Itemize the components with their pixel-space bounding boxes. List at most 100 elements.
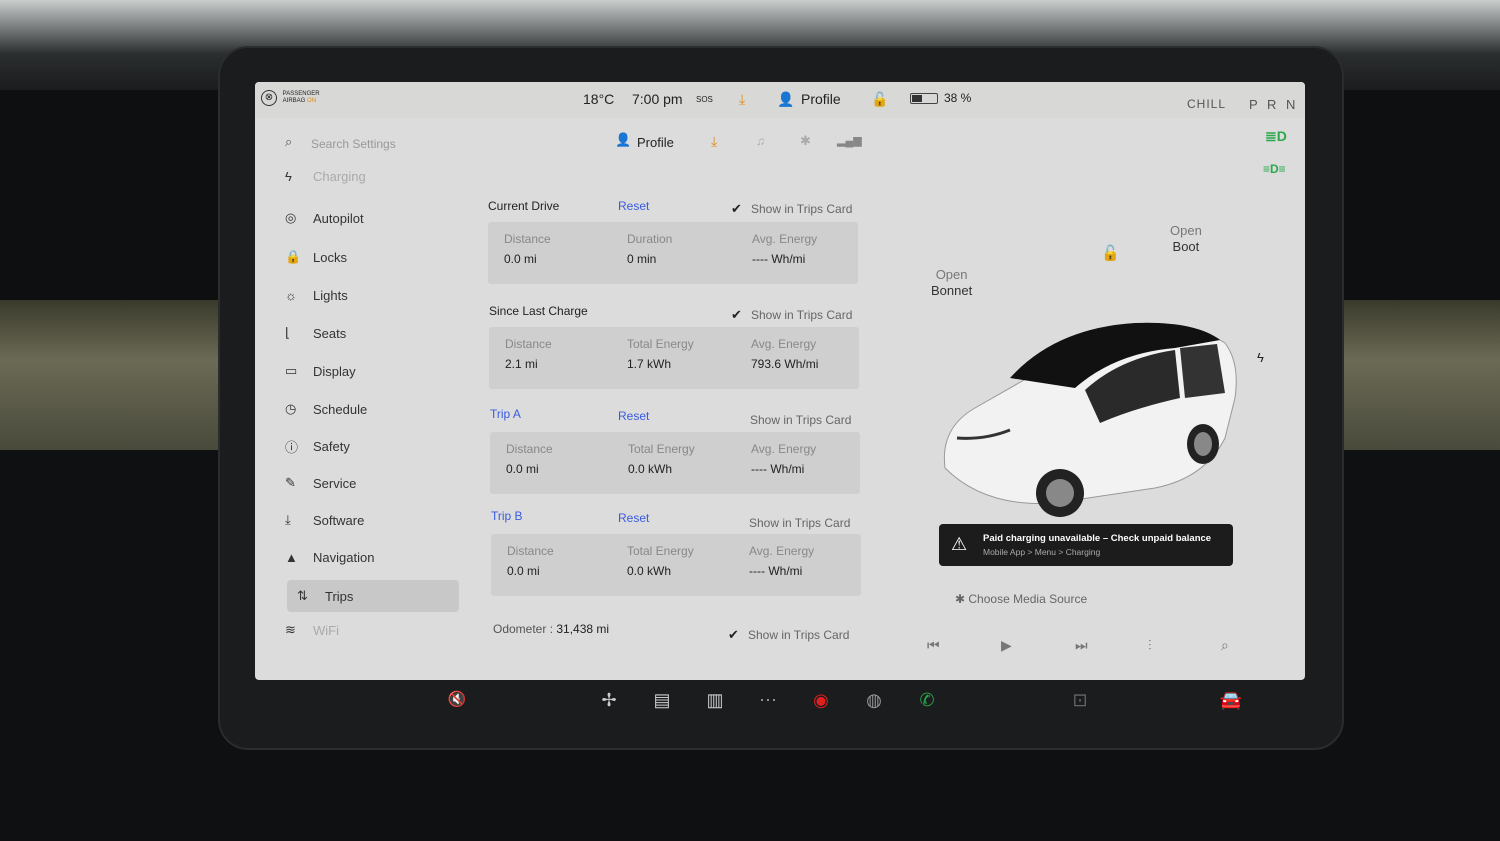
since-last-charge-title: Since Last Charge [489,304,588,318]
car-lock-icon[interactable]: 🔓 [1101,244,1120,262]
trip-a-total-energy: Total Energy 0.0 kWh [628,442,695,476]
status-bar: ⊗ PASSENGER AIRBAG ON 18°C 7:00 pm SOS ⤓… [255,82,1305,118]
unlock-icon[interactable]: 🔓 [871,91,888,108]
search-icon: ⌕ [285,134,293,149]
since-last-charge-card: Distance 2.1 mi Total Energy 1.7 kWh Avg. … [489,327,859,389]
mute-icon[interactable]: 🔇 [444,690,470,708]
trip-a-reset-button[interactable]: Reset [618,409,649,423]
profile-icon[interactable]: 👤 [777,91,794,108]
trip-b-reset-button[interactable]: Reset [618,511,649,525]
open-boot-button[interactable]: Open Boot [1170,223,1202,255]
wifi-icon: ≋ [285,622,296,637]
since-last-charge-total-energy: Total Energy 1.7 kWh [627,337,694,371]
steering-wheel-icon: ◎ [285,210,297,225]
odometer: Odometer : 31,438 mi [493,622,609,636]
trip-b-show-checkbox[interactable]: ✔Show in Trips Card [729,515,850,531]
next-track-icon[interactable]: ⏭ [1075,637,1088,654]
sidebar-item-navigation[interactable]: ▲ Navigation [285,541,460,573]
play-icon[interactable]: ▶ [1001,637,1012,654]
camera-icon[interactable]: ◍ [861,690,887,711]
airbag-state: ON [307,98,317,104]
current-drive-card: Distance 0.0 mi Duration 0 min Avg. Energy… [488,222,858,284]
top-profile-button[interactable]: Profile [637,135,674,150]
trips-icon: ⇅ [297,588,308,603]
sidebar-item-autopilot[interactable]: ◎ Autopilot [285,202,460,234]
car-icon[interactable]: 🚘 [1218,690,1244,711]
sidebar-item-trips[interactable]: ⇅ Trips [287,580,459,612]
airbag-icon: ⊗ [261,90,277,106]
display-icon: ▭ [285,363,298,378]
sidebar-item-wifi[interactable]: ≋ WiFi [285,614,460,646]
charge-port-icon[interactable]: ϟ [1257,350,1264,365]
current-drive-distance: Distance 0.0 mi [504,232,551,266]
seat-heater-icon[interactable]: ⊡ [1067,690,1093,711]
sidebar-item-lights[interactable]: ☼ Lights [285,279,460,311]
search-row: ⌕ 👤 Profile ⤓ ♫ ✱ ▂▄▆ [255,118,895,168]
sidebar-item-seats[interactable]: ⌊ Seats [285,317,460,349]
checkbox-empty-icon: ✔ [730,412,744,428]
touchscreen: ⊗ PASSENGER AIRBAG ON 18°C 7:00 pm SOS ⤓… [255,82,1305,680]
media-source-button[interactable]: ✱ Choose Media Source [955,592,1087,606]
sidebar-item-charging[interactable]: ϟ Charging [285,164,460,188]
alert-title: Paid charging unavailable – Check unpaid… [983,533,1212,544]
current-drive-reset-button[interactable]: Reset [618,199,649,213]
front-defrost-icon[interactable]: ▥ [702,690,728,711]
bluetooth-icon: ✱ [955,592,969,606]
status-profile[interactable]: Profile [801,91,841,107]
previous-track-icon[interactable]: ⏮ [927,637,940,654]
lock-icon: 🔒 [285,249,302,264]
download-icon[interactable]: ⤓ [711,133,717,150]
trip-b-card: Distance 0.0 mi Total Energy 0.0 kWh Avg. … [491,534,861,596]
temperature: 18°C [583,91,615,107]
sidebar-item-locks[interactable]: 🔒 Locks [285,241,460,273]
airbag-label-2: AIRBAG [282,98,306,104]
sidebar-item-service[interactable]: ✎ Service [285,467,460,499]
rear-defrost-icon[interactable]: ▤ [649,690,675,711]
media-player-icon[interactable]: ◉ [808,690,834,711]
current-drive-show-checkbox[interactable]: ✔ Show in Trips Card [731,201,852,217]
trip-b-total-energy: Total Energy 0.0 kWh [627,544,694,578]
media-search-icon[interactable]: ⌕ [1221,637,1229,654]
trip-a-avg-energy: Avg. Energy ---- Wh/mi [751,442,817,476]
since-last-charge-distance: Distance 2.1 mi [505,337,552,371]
odometer-show-checkbox[interactable]: ✔ Show in Trips Card [728,627,849,643]
sos-indicator[interactable]: SOS [696,95,713,104]
parking-light-icon: ≡D≡ [1263,162,1286,176]
sidebar-item-safety[interactable]: ⓘ Safety [285,430,460,462]
airbag-indicator: ⊗ PASSENGER AIRBAG ON [261,90,320,106]
bell-icon[interactable]: ♫ [756,134,765,148]
trip-a-distance: Distance 0.0 mi [506,442,553,476]
checkmark-icon: ✔ [728,627,739,642]
more-apps-icon[interactable]: ⋯ [755,690,781,711]
equalizer-icon[interactable]: ⫶ [1148,637,1152,654]
trip-b-distance: Distance 0.0 mi [507,544,554,578]
wrench-icon: ✎ [285,475,296,490]
charging-alert[interactable]: ⚠ Paid charging unavailable – Check unpa… [939,524,1233,566]
update-download-icon[interactable]: ⤓ [739,91,745,108]
current-drive-title: Current Drive [488,199,560,213]
sidebar-item-display[interactable]: ▭ Display [285,355,460,387]
gear-selector: P R N D [1249,97,1305,112]
alert-circle-icon: ⓘ [285,439,299,455]
profile-icon[interactable]: 👤 [615,132,631,148]
trip-a-title: Trip A [490,407,521,421]
bolt-icon: ϟ [285,168,292,184]
checkmark-icon: ✔ [731,307,742,322]
current-drive-avg-energy: Avg. Energy ---- Wh/mi [752,232,818,266]
sidebar-item-schedule[interactable]: ◷ Schedule [285,393,460,425]
trip-b-avg-energy: Avg. Energy ---- Wh/mi [749,544,815,578]
clock-icon: ◷ [285,401,297,416]
checkbox-empty-icon: ✔ [729,515,743,531]
trip-a-show-checkbox[interactable]: ✔Show in Trips Card [730,412,851,428]
search-input[interactable] [311,134,461,154]
fan-icon[interactable]: ✢ [596,690,622,711]
open-bonnet-button[interactable]: Open Bonnet [931,267,972,299]
clock: 7:00 pm [632,91,683,107]
phone-icon[interactable]: ✆ [914,690,940,711]
download-icon: ⤓ [285,512,291,527]
sidebar-item-software[interactable]: ⤓ Software [285,504,460,536]
since-last-charge-show-checkbox[interactable]: ✔ Show in Trips Card [731,307,852,323]
trip-a-card: Distance 0.0 mi Total Energy 0.0 kWh Avg. … [490,432,860,494]
battery-icon [910,93,938,105]
bluetooth-icon[interactable]: ✱ [800,133,811,149]
